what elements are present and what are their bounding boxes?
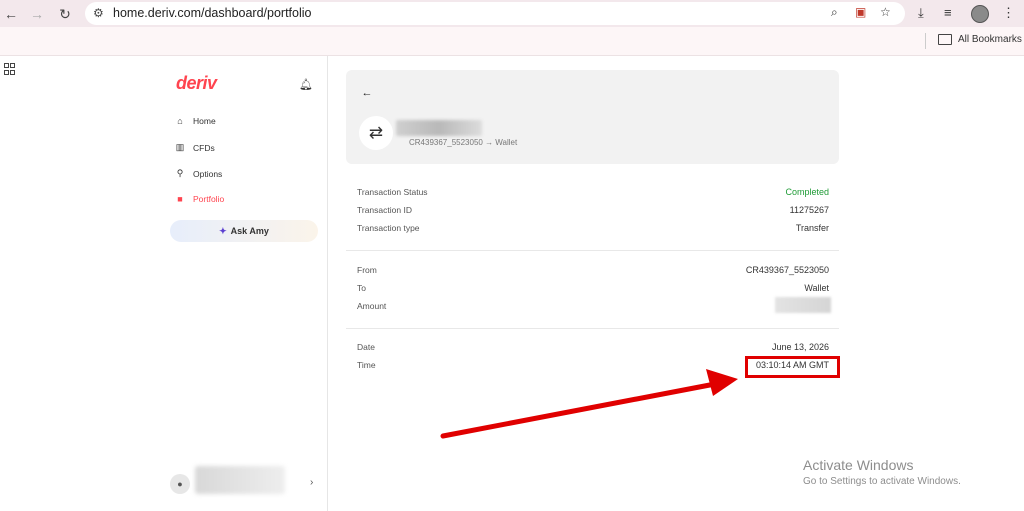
activate-windows-watermark: Activate Windows Go to Settings to activ…: [803, 457, 961, 487]
annotation-arrow: [440, 369, 738, 439]
watermark-title: Activate Windows: [803, 457, 914, 473]
watermark-subtitle: Go to Settings to activate Windows.: [803, 476, 961, 487]
